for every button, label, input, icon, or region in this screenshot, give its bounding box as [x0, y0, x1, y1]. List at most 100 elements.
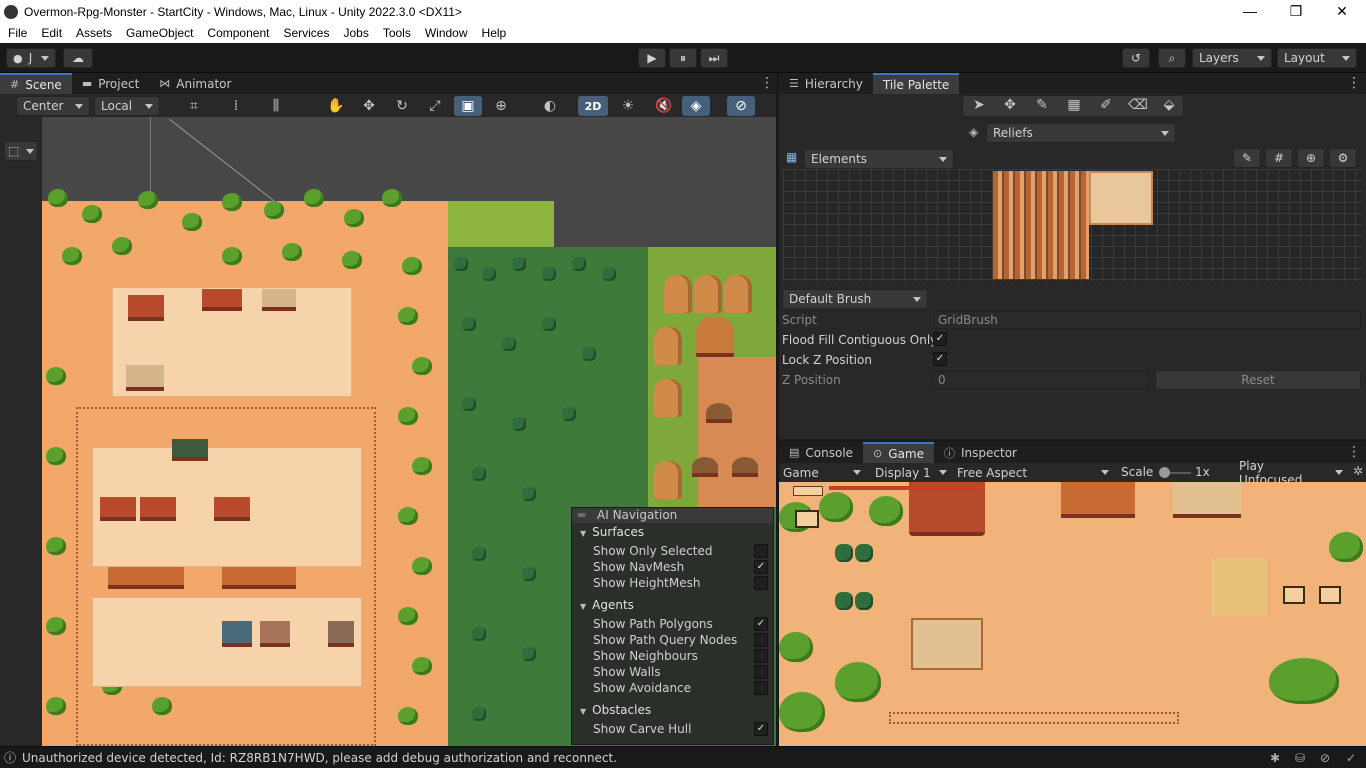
- game-menu-icon[interactable]: ⋮: [1347, 444, 1361, 460]
- move-tool-icon[interactable]: ✥: [355, 96, 383, 116]
- palette-tiles[interactable]: [993, 171, 1089, 279]
- draw-mode-icon[interactable]: ◐: [536, 96, 564, 116]
- menu-help[interactable]: Help: [474, 26, 513, 40]
- grid-snap-icon[interactable]: ⌗: [180, 96, 208, 116]
- close-button[interactable]: ✕: [1319, 0, 1365, 23]
- minimize-button[interactable]: —: [1227, 0, 1273, 23]
- mode-2d-toggle[interactable]: 2D: [578, 96, 608, 116]
- tab-inspector[interactable]: ⓘ Inspector: [934, 442, 1027, 463]
- scale-tool-icon[interactable]: ⤢: [421, 96, 449, 116]
- menu-window[interactable]: Window: [417, 26, 474, 40]
- transform-tool-icon[interactable]: ⊕: [487, 96, 515, 116]
- rotate-tool-icon[interactable]: ↻: [388, 96, 416, 116]
- lock-z-checkbox[interactable]: ✓: [933, 352, 947, 366]
- edit-palette-icon[interactable]: ✎: [1233, 148, 1261, 168]
- effects-icon[interactable]: ◈: [682, 96, 710, 116]
- tab-hierarchy[interactable]: ☰ Hierarchy: [779, 73, 873, 94]
- lighting-icon[interactable]: ☀: [614, 96, 642, 116]
- checkbox-show-carve-hull[interactable]: ✓: [754, 722, 768, 736]
- tab-project[interactable]: ▬ Project: [72, 73, 149, 94]
- play-button[interactable]: ▶: [638, 48, 666, 68]
- menu-assets[interactable]: Assets: [68, 26, 118, 40]
- menu-edit[interactable]: Edit: [33, 26, 68, 40]
- eraser-icon[interactable]: ⌫: [1124, 95, 1152, 115]
- tab-scene[interactable]: # Scene: [0, 73, 72, 94]
- rect-tool-icon[interactable]: ▣: [454, 96, 482, 116]
- section-surfaces[interactable]: Surfaces: [580, 525, 644, 539]
- paint-brush-icon[interactable]: ✎: [1028, 95, 1056, 115]
- fill-bucket-icon[interactable]: ⬙: [1155, 95, 1183, 115]
- settings-icon[interactable]: ⚙: [1329, 148, 1357, 168]
- aspect-dropdown[interactable]: Free Aspect: [953, 463, 1113, 482]
- reset-button[interactable]: Reset: [1155, 370, 1361, 390]
- network-icon[interactable]: ⊘: [1318, 751, 1332, 765]
- game-viewport[interactable]: [779, 482, 1366, 746]
- checkbox-show-path-query-nodes[interactable]: [754, 633, 768, 647]
- layers-dropdown[interactable]: Layers: [1192, 48, 1272, 68]
- scene-menu-icon[interactable]: ⋮: [760, 75, 774, 91]
- increment-snap-icon[interactable]: ⁞: [222, 96, 250, 116]
- grid-toggle-icon[interactable]: #: [1265, 148, 1293, 168]
- tab-animator[interactable]: ⋈ Animator: [149, 73, 241, 94]
- active-tilemap-dropdown[interactable]: Elements: [804, 149, 954, 169]
- view-dropdown[interactable]: Game: [779, 463, 865, 482]
- space-dropdown[interactable]: Local: [94, 96, 160, 116]
- gizmos-icon[interactable]: ✲: [1353, 464, 1363, 478]
- scale-slider-thumb[interactable]: [1159, 467, 1170, 478]
- move-tool-icon[interactable]: ✥: [996, 95, 1024, 115]
- audio-icon[interactable]: 🔇: [650, 96, 678, 116]
- checkbox-show-path-polygons[interactable]: ✓: [754, 617, 768, 631]
- select-tool-icon[interactable]: ➤: [965, 95, 993, 115]
- tab-tile-palette[interactable]: Tile Palette: [872, 73, 960, 94]
- menu-component[interactable]: Component: [199, 26, 275, 40]
- script-field[interactable]: GridBrush: [933, 311, 1361, 329]
- play-mode-dropdown[interactable]: Play Unfocused: [1235, 459, 1347, 487]
- picker-icon[interactable]: ✐: [1092, 95, 1120, 115]
- display-dropdown[interactable]: Display 1: [871, 463, 951, 482]
- palm-tree: [855, 544, 873, 562]
- z-position-field[interactable]: 0: [933, 371, 1150, 389]
- search-icon[interactable]: ⌕: [1158, 48, 1186, 68]
- menu-gameobject[interactable]: GameObject: [118, 26, 199, 40]
- status-message[interactable]: Unauthorized device detected, Id: RZ8RB1…: [22, 751, 617, 765]
- gizmo-icon[interactable]: ⊕: [1297, 148, 1325, 168]
- checkbox-show-navmesh[interactable]: ✓: [754, 560, 768, 574]
- menu-tools[interactable]: Tools: [375, 26, 417, 40]
- restore-button[interactable]: ❐: [1273, 0, 1319, 23]
- checkbox-show-only-selected[interactable]: [754, 544, 768, 558]
- ai-navigation-overlay: ═ AI Navigation Surfaces Show Only Selec…: [571, 507, 774, 745]
- menu-file[interactable]: File: [0, 26, 33, 40]
- layout-dropdown[interactable]: Layout: [1277, 48, 1357, 68]
- box-fill-icon[interactable]: ▦: [1060, 95, 1088, 115]
- account-dropdown[interactable]: ● J: [6, 48, 56, 68]
- hidden-objects-icon[interactable]: ⊘: [727, 96, 755, 116]
- checkbox-show-avoidance[interactable]: [754, 681, 768, 695]
- checkbox-show-neighbours[interactable]: [754, 649, 768, 663]
- menu-services[interactable]: Services: [275, 26, 335, 40]
- pause-button[interactable]: ⏸: [669, 48, 697, 68]
- section-agents[interactable]: Agents: [580, 598, 634, 612]
- pivot-dropdown[interactable]: Center: [16, 96, 90, 116]
- step-button[interactable]: ⏭: [700, 48, 728, 68]
- checkbox-show-walls[interactable]: [754, 665, 768, 679]
- section-obstacles[interactable]: Obstacles: [580, 703, 651, 717]
- hand-tool-icon[interactable]: ✋: [322, 96, 350, 116]
- cache-server-icon[interactable]: ⛁: [1293, 751, 1307, 765]
- checkbox-show-heightmesh[interactable]: [754, 576, 768, 590]
- brush-dropdown[interactable]: Default Brush: [782, 289, 928, 309]
- palette-dropdown[interactable]: Reliefs: [986, 123, 1176, 143]
- tile-palette-grid[interactable]: [783, 169, 1361, 282]
- drag-handle-icon[interactable]: ═: [578, 508, 585, 522]
- bug-icon[interactable]: ✱: [1268, 751, 1282, 765]
- auto-refresh-icon[interactable]: ✓: [1344, 751, 1358, 765]
- flood-fill-checkbox[interactable]: ✓: [933, 332, 947, 346]
- tab-console[interactable]: ▤ Console: [779, 442, 863, 463]
- palette-tiles[interactable]: [1089, 171, 1153, 225]
- tab-game[interactable]: ⊙ Game: [863, 442, 934, 463]
- history-icon[interactable]: ↺: [1122, 48, 1150, 68]
- selection-mode-dropdown[interactable]: ⬚: [4, 141, 38, 161]
- cloud-icon[interactable]: ☁: [63, 48, 93, 68]
- snap-settings-icon[interactable]: ⫼: [262, 96, 290, 116]
- menu-jobs[interactable]: Jobs: [335, 26, 374, 40]
- palette-menu-icon[interactable]: ⋮: [1347, 75, 1361, 91]
